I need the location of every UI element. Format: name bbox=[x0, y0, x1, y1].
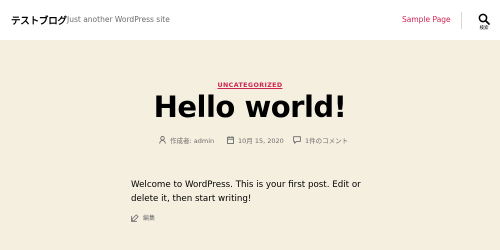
comment-icon bbox=[293, 136, 301, 144]
edit-link[interactable]: 編集 bbox=[143, 213, 155, 222]
header-divider bbox=[461, 12, 462, 29]
post-date: 10月 15, 2020 bbox=[227, 135, 284, 145]
post-date-text[interactable]: 10月 15, 2020 bbox=[238, 135, 284, 145]
category-link[interactable]: UNCATEGORIZED bbox=[218, 82, 283, 89]
search-icon bbox=[478, 13, 490, 25]
edit-icon bbox=[131, 214, 139, 222]
post-author: 作成者: admin bbox=[159, 135, 214, 145]
nav-item-sample-page[interactable]: Sample Page bbox=[402, 15, 451, 24]
site-title[interactable]: テストブログ bbox=[11, 13, 67, 27]
user-icon bbox=[159, 136, 166, 144]
post-category: UNCATEGORIZED bbox=[0, 72, 500, 91]
calendar-icon bbox=[227, 136, 234, 144]
site-header: テストブログ Just another WordPress site Sampl… bbox=[0, 0, 500, 40]
post-comments: 1件のコメント bbox=[293, 135, 348, 145]
post-title: Hello world! bbox=[153, 90, 347, 124]
post-content: Welcome to WordPress. This is your first… bbox=[131, 180, 361, 204]
search-label: 検索 bbox=[479, 26, 489, 31]
search-toggle-button[interactable]: 検索 bbox=[473, 11, 495, 35]
post-edit: 編集 bbox=[131, 213, 155, 222]
post-comments-link[interactable]: 1件のコメント bbox=[305, 135, 348, 145]
post-author-text: 作成者: admin bbox=[170, 137, 215, 145]
site-description: Just another WordPress site bbox=[67, 15, 170, 24]
